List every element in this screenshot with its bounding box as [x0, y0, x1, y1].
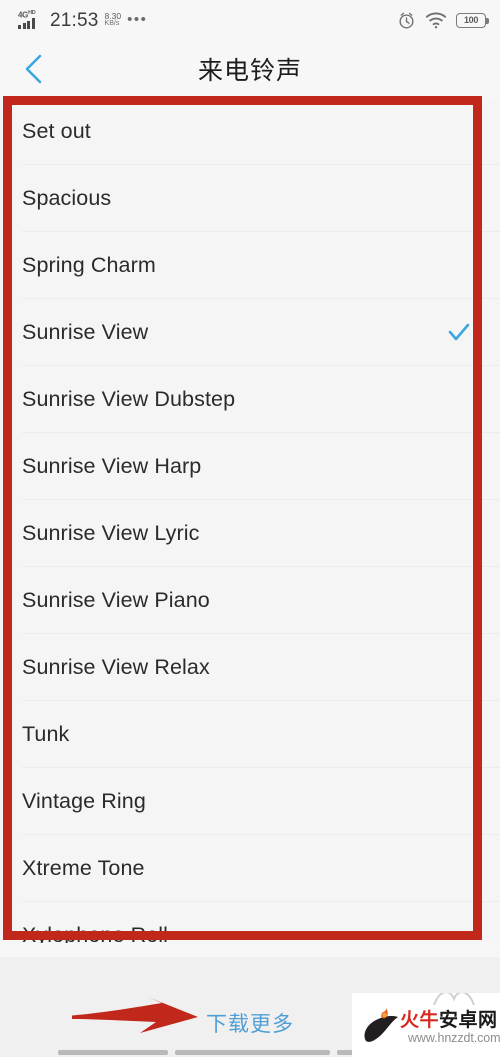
list-item[interactable]: Sunrise View Piano — [0, 567, 500, 634]
watermark-name: 火牛安卓网 — [400, 1005, 498, 1032]
list-item-label: Xylophone Roll — [22, 923, 169, 943]
list-item-label: Xtreme Tone — [22, 856, 145, 880]
nav-back-key[interactable] — [58, 1050, 168, 1055]
watermark-name-black: 安卓网 — [439, 1009, 498, 1031]
wifi-icon — [425, 12, 447, 29]
list-item-label: Sunrise View Piano — [22, 588, 210, 612]
network-suffix-label: HD — [28, 10, 36, 16]
list-item-label: Sunrise View — [22, 320, 149, 344]
alarm-clock-icon — [399, 12, 414, 28]
status-bar-left: 4GHD 21:53 8.30 KB/s ••• — [18, 10, 397, 30]
battery-icon: 100 — [456, 12, 489, 28]
list-item[interactable]: Sunrise View — [0, 299, 500, 366]
checkmark-icon — [448, 323, 470, 340]
list-item[interactable]: Xtreme Tone — [0, 835, 500, 902]
net-speed-value: 8.30 — [104, 11, 122, 21]
ringtone-list[interactable]: Set out Spacious Spring Charm Sunrise View S… — [0, 98, 500, 943]
list-item[interactable]: Spacious — [0, 165, 500, 232]
list-item[interactable]: Set out — [0, 98, 500, 165]
bull-flame-logo-icon — [364, 1008, 398, 1042]
nav-home-key[interactable] — [175, 1050, 330, 1055]
list-item-label: Spacious — [22, 186, 112, 210]
red-arrow-icon — [72, 997, 198, 1033]
network-speed-label: 8.30 KB/s — [105, 12, 122, 30]
list-item-label: Vintage Ring — [22, 789, 146, 813]
list-item-label: Spring Charm — [22, 253, 156, 277]
battery-level-label: 100 — [463, 15, 479, 25]
list-item[interactable]: Sunrise View Dubstep — [0, 366, 500, 433]
signal-strength-icon: 4GHD — [18, 10, 44, 30]
list-item[interactable]: Sunrise View Lyric — [0, 500, 500, 567]
title-bar: 来电铃声 — [0, 40, 500, 98]
list-item-label: Sunrise View Harp — [22, 454, 202, 478]
list-item-label: Set out — [22, 119, 91, 143]
list-item[interactable]: Tunk — [0, 701, 500, 768]
list-item-label: Sunrise View Lyric — [22, 521, 200, 545]
list-item[interactable]: Xylophone Roll — [0, 902, 500, 943]
list-item[interactable]: Spring Charm — [0, 232, 500, 299]
watermark-name-red: 火牛 — [400, 1009, 440, 1031]
list-item-label: Tunk — [22, 722, 70, 746]
footer-divider — [0, 943, 500, 957]
phone-screen: 4GHD 21:53 8.30 KB/s ••• 100 来电铃声 Set ou… — [0, 0, 500, 1057]
back-chevron-icon[interactable] — [20, 52, 48, 86]
site-watermark: 火牛安卓网 www.hnzzdt.com — [352, 993, 500, 1057]
page-title: 来电铃声 — [197, 56, 302, 85]
list-item[interactable]: Vintage Ring — [0, 768, 500, 835]
status-bar-right: 100 — [397, 11, 489, 30]
watermark-url: www.hnzzdt.com — [408, 1031, 500, 1045]
net-speed-unit: KB/s — [104, 20, 120, 27]
status-bar: 4GHD 21:53 8.30 KB/s ••• 100 — [0, 0, 500, 40]
list-item[interactable]: Sunrise View Relax — [0, 634, 500, 701]
more-notifications-icon: ••• — [127, 11, 148, 28]
list-item-label: Sunrise View Relax — [22, 655, 210, 679]
clock-label: 21:53 — [50, 10, 99, 31]
list-item-label: Sunrise View Dubstep — [22, 387, 236, 411]
list-item[interactable]: Sunrise View Harp — [0, 433, 500, 500]
